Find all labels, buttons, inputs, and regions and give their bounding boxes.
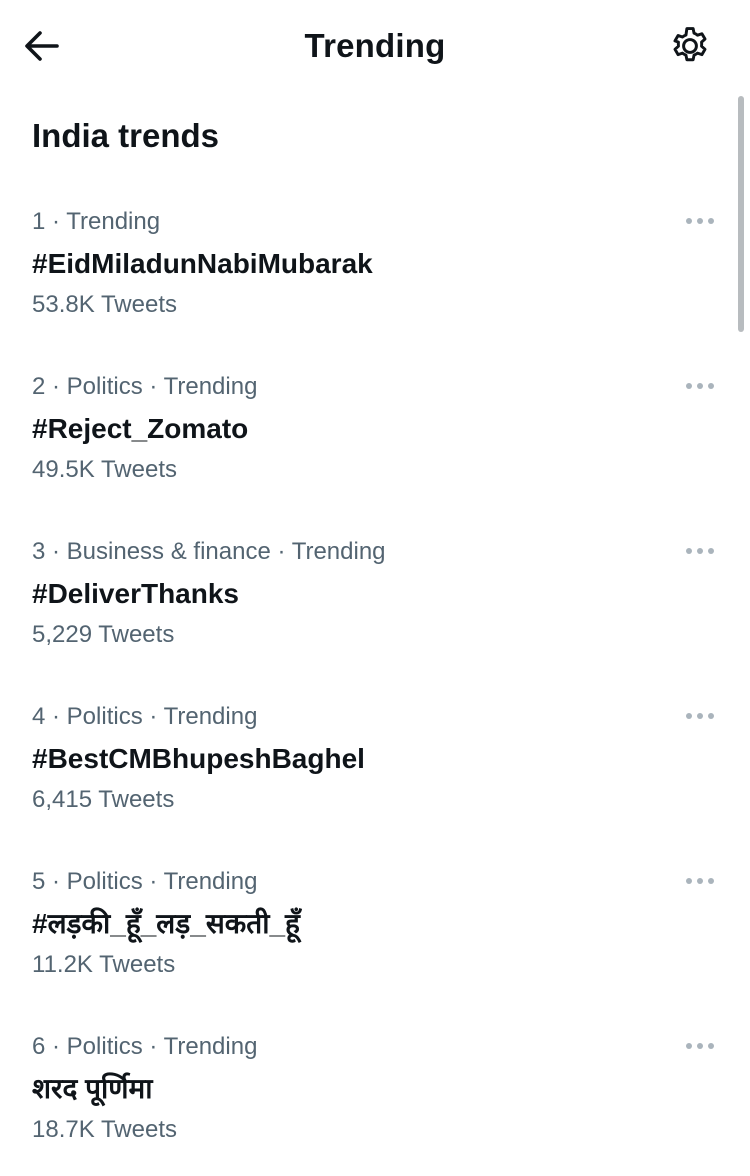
top-bar: Trending [0,0,750,92]
trend-name: शरद पूर्णिमा [32,1073,153,1104]
trend-count: 53.8K Tweets [32,291,177,318]
page-title: Trending [304,27,446,64]
trend-meta: 2 · Politics · Trending [32,373,258,400]
more-dots-icon [686,383,714,389]
more-options-button[interactable] [678,536,722,566]
trend-item[interactable]: 6 · Politics · Trending शरद पूर्णिमा 18.… [0,1023,750,1176]
trend-name: #DeliverThanks [32,578,239,609]
more-options-button[interactable] [678,206,722,236]
trending-screen: Trending India trends 1 · Trending #EidM… [0,0,750,1176]
section-title: India trends [32,117,220,154]
trend-item[interactable]: 5 · Politics · Trending #लड़की_हूँ_लड़_स… [0,858,750,1023]
more-dots-icon [686,878,714,884]
more-options-button[interactable] [678,1031,722,1061]
more-dots-icon [686,548,714,554]
trend-name: #BestCMBhupeshBaghel [32,743,365,774]
trend-count: 11.2K Tweets [32,951,176,978]
more-dots-icon [686,713,714,719]
trend-name: #EidMiladunNabiMubarak [32,248,373,279]
more-dots-icon [686,218,714,224]
trend-meta: 5 · Politics · Trending [32,868,258,895]
trend-item[interactable]: 3 · Business & finance · Trending #Deliv… [0,528,750,693]
trend-meta: 6 · Politics · Trending [32,1033,258,1060]
more-options-button[interactable] [678,866,722,896]
trend-meta: 3 · Business & finance · Trending [32,538,386,565]
trend-name: #लड़की_हूँ_लड़_सकती_हूँ [32,908,300,939]
trend-item[interactable]: 1 · Trending #EidMiladunNabiMubarak 53.8… [0,198,750,363]
trend-meta: 1 · Trending [32,208,161,235]
trend-meta: 4 · Politics · Trending [32,703,258,730]
trend-count: 49.5K Tweets [32,456,177,483]
more-dots-icon [686,1043,714,1049]
trend-list: 1 · Trending #EidMiladunNabiMubarak 53.8… [0,198,750,1176]
trend-count: 18.7K Tweets [32,1116,177,1143]
trend-item[interactable]: 4 · Politics · Trending #BestCMBhupeshBa… [0,693,750,858]
settings-button[interactable] [666,22,714,70]
trend-count: 6,415 Tweets [32,786,175,813]
more-options-button[interactable] [678,371,722,401]
more-options-button[interactable] [678,701,722,731]
trend-item[interactable]: 2 · Politics · Trending #Reject_Zomato 4… [0,363,750,528]
trend-name: #Reject_Zomato [32,413,249,444]
gear-icon [673,27,707,62]
trend-count: 5,229 Tweets [32,621,175,648]
